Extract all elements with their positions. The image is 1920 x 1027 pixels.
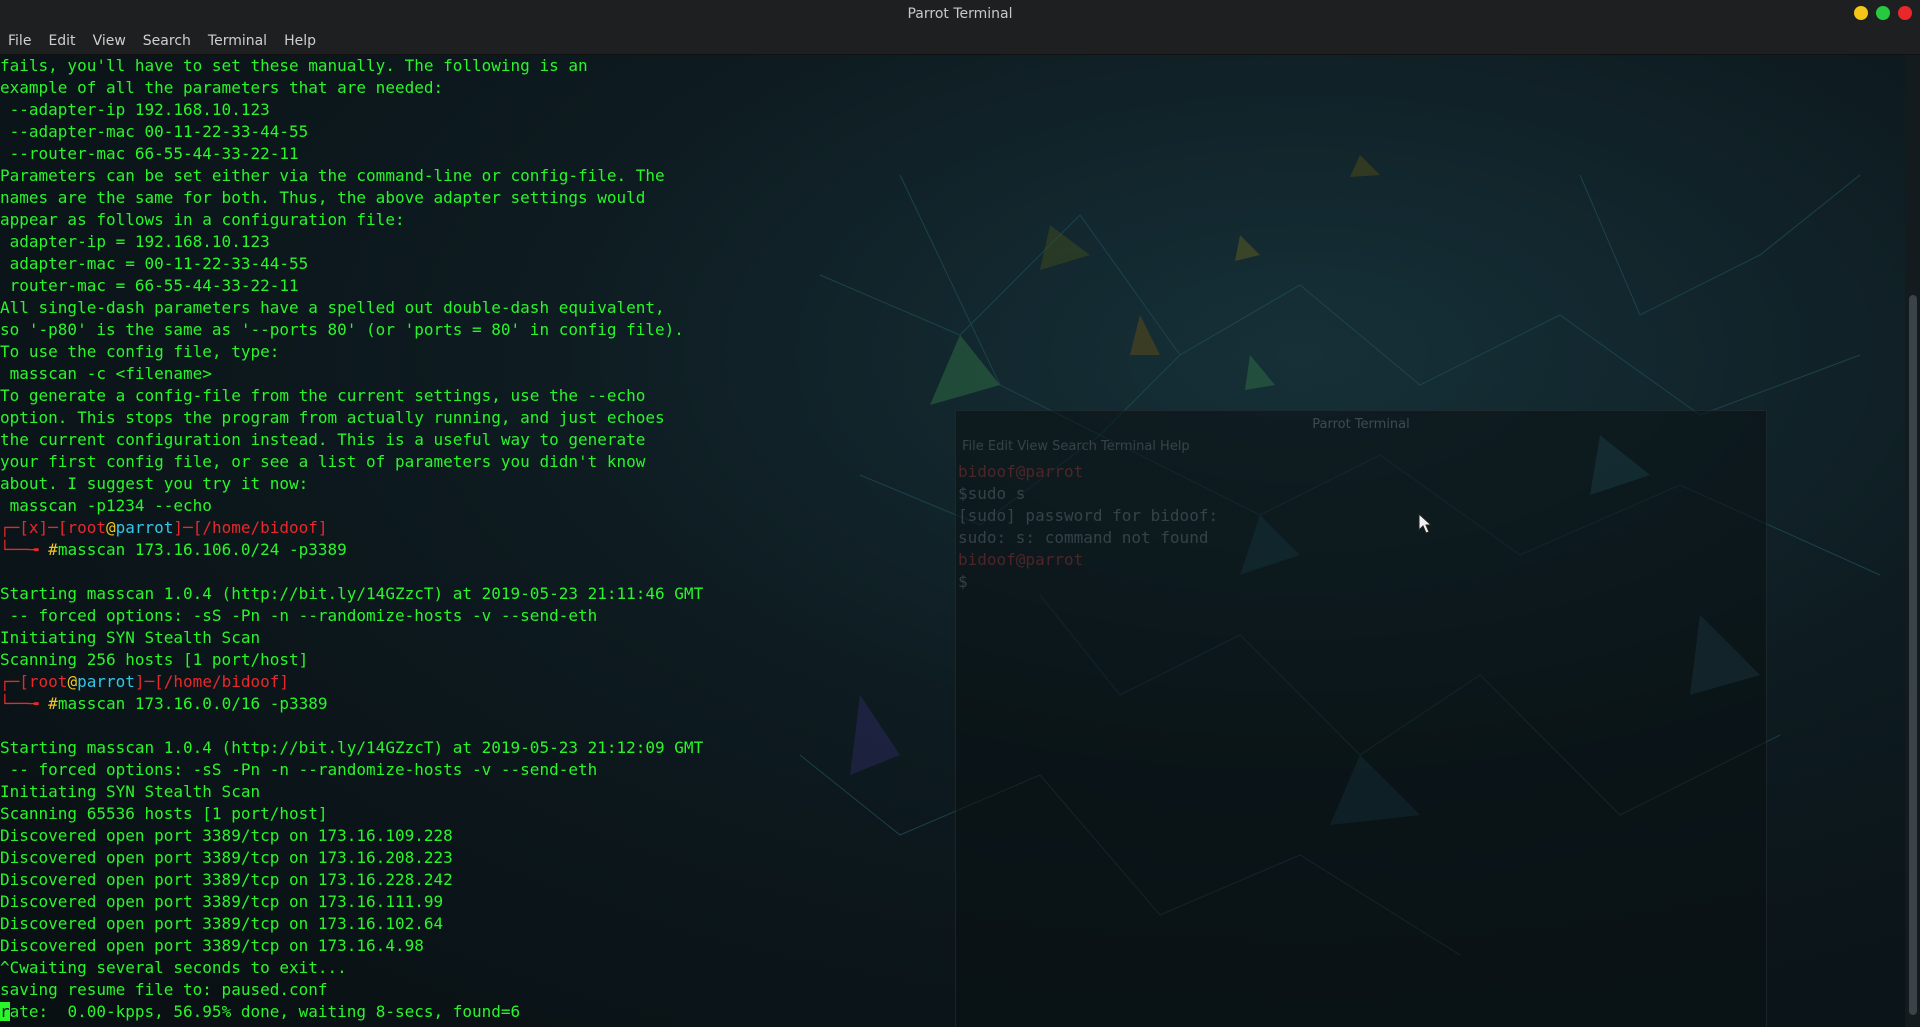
- menu-terminal[interactable]: Terminal: [200, 33, 276, 49]
- menu-edit[interactable]: Edit: [40, 33, 84, 49]
- menu-search[interactable]: Search: [135, 33, 200, 49]
- close-button[interactable]: [1898, 6, 1912, 20]
- terminal-line: Initiating SYN Stealth Scan: [0, 782, 261, 801]
- terminal-output[interactable]: fails, you'll have to set these manually…: [0, 55, 1905, 1027]
- window-title: Parrot Terminal: [907, 6, 1013, 22]
- command-text: masscan 173.16.0.0/16 -p3389: [57, 694, 328, 713]
- menu-view[interactable]: View: [85, 33, 135, 49]
- terminal-line: Initiating SYN Stealth Scan: [0, 628, 261, 647]
- minimize-button[interactable]: [1854, 6, 1868, 20]
- terminal-line: To generate a config-file from the curre…: [0, 386, 646, 405]
- menu-help[interactable]: Help: [276, 33, 325, 49]
- terminal-line: All single-dash parameters have a spelle…: [0, 298, 665, 317]
- scan-output-2: Starting masscan 1.0.4 (http://bit.ly/14…: [0, 715, 1905, 1001]
- terminal-line: -- forced options: -sS -Pn -n --randomiz…: [0, 760, 598, 779]
- prompt-status: x: [28, 518, 39, 537]
- terminal-line: Discovered open port 3389/tcp on 173.16.…: [0, 870, 453, 889]
- command-line-2: └──╼ #masscan 173.16.0.0/16 -p3389: [0, 694, 328, 713]
- window-controls: [1854, 6, 1912, 20]
- text-cursor: r: [0, 1002, 10, 1021]
- terminal-line: ^Cwaiting several seconds to exit...: [0, 958, 347, 977]
- terminal-line: Starting masscan 1.0.4 (http://bit.ly/14…: [0, 584, 704, 603]
- prompt-path: /home/bidoof: [163, 672, 280, 691]
- window-titlebar[interactable]: Parrot Terminal: [0, 0, 1920, 28]
- terminal-line: Discovered open port 3389/tcp on 173.16.…: [0, 914, 444, 933]
- terminal-line: example of all the parameters that are n…: [0, 78, 444, 97]
- prompt-user: root: [67, 518, 106, 537]
- terminal-line: adapter-ip = 192.168.10.123: [0, 232, 270, 251]
- terminal-line: Starting masscan 1.0.4 (http://bit.ly/14…: [0, 738, 704, 757]
- terminal-scrollbar[interactable]: [1905, 55, 1920, 1027]
- terminal-line: about. I suggest you try it now:: [0, 474, 309, 493]
- terminal-line: option. This stops the program from actu…: [0, 408, 665, 427]
- menu-bar: File Edit View Search Terminal Help: [0, 28, 1920, 55]
- terminal-line: masscan -p1234 --echo: [0, 496, 212, 515]
- scan-output-1: Starting masscan 1.0.4 (http://bit.ly/14…: [0, 561, 1905, 671]
- terminal-line: fails, you'll have to set these manually…: [0, 56, 588, 75]
- terminal-line: -- forced options: -sS -Pn -n --randomiz…: [0, 606, 598, 625]
- status-text: ate: 0.00-kpps, 56.95% done, waiting 8-s…: [9, 1002, 521, 1021]
- prompt-at: @: [67, 672, 78, 691]
- terminal-line: Scanning 65536 hosts [1 port/host]: [0, 804, 328, 823]
- terminal-line: Discovered open port 3389/tcp on 173.16.…: [0, 936, 424, 955]
- status-line: rate: 0.00-kpps, 56.95% done, waiting 8-…: [0, 1001, 1905, 1023]
- prompt-at: @: [105, 518, 116, 537]
- mouse-pointer-icon: [1418, 513, 1433, 534]
- prompt-path: /home/bidoof: [202, 518, 318, 537]
- prompt-line-1: ┌─[x]─[root@parrot]─[/home/bidoof]: [0, 518, 328, 537]
- terminal-line: appear as follows in a configuration fil…: [0, 210, 405, 229]
- prompt-host: parrot: [115, 518, 174, 537]
- menu-file[interactable]: File: [0, 33, 40, 49]
- terminal-line: saving resume file to: paused.conf: [0, 980, 328, 999]
- terminal-line: adapter-mac = 00-11-22-33-44-55: [0, 254, 309, 273]
- terminal-line: --adapter-mac 00-11-22-33-44-55: [0, 122, 309, 141]
- terminal-line: --router-mac 66-55-44-33-22-11: [0, 144, 299, 163]
- command-text: masscan 173.16.106.0/24 -p3389: [57, 540, 347, 559]
- prompt-host: parrot: [77, 672, 135, 691]
- terminal-line: Discovered open port 3389/tcp on 173.16.…: [0, 848, 453, 867]
- terminal-line: Discovered open port 3389/tcp on 173.16.…: [0, 826, 453, 845]
- terminal-line: To use the config file, type:: [0, 342, 280, 361]
- terminal-line: masscan -c <filename>: [0, 364, 212, 383]
- prompt-line-2: ┌─[root@parrot]─[/home/bidoof]: [0, 672, 290, 691]
- terminal-line: Scanning 256 hosts [1 port/host]: [0, 650, 309, 669]
- terminal-line: the current configuration instead. This …: [0, 430, 646, 449]
- terminal-line: Discovered open port 3389/tcp on 173.16.…: [0, 892, 444, 911]
- terminal-line: router-mac = 66-55-44-33-22-11: [0, 276, 299, 295]
- maximize-button[interactable]: [1876, 6, 1890, 20]
- prompt-user: root: [28, 672, 68, 691]
- help-text-block: fails, you'll have to set these manually…: [0, 55, 1905, 517]
- scrollbar-thumb[interactable]: [1909, 295, 1917, 1015]
- terminal-line: so '-p80' is the same as '--ports 80' (o…: [0, 320, 684, 339]
- terminal-line: --adapter-ip 192.168.10.123: [0, 100, 270, 119]
- terminal-line: names are the same for both. Thus, the a…: [0, 188, 646, 207]
- terminal-line: Parameters can be set either via the com…: [0, 166, 665, 185]
- terminal-line: your first config file, or see a list of…: [0, 452, 646, 471]
- command-line-1: └──╼ #masscan 173.16.106.0/24 -p3389: [0, 540, 347, 559]
